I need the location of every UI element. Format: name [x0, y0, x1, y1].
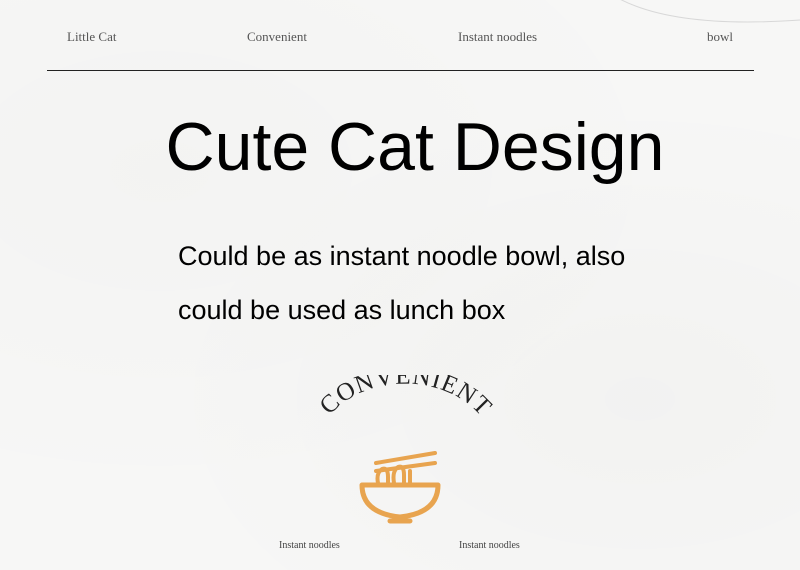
nav-item-bowl: bowl: [707, 29, 733, 44]
page-title: Cute Cat Design: [165, 109, 665, 185]
top-nav: Little Cat Convenient Instant noodles bo…: [0, 29, 800, 49]
convenient-emblem: CONVENIENT: [315, 375, 498, 524]
nav-item-instant-noodles: Instant noodles: [458, 29, 538, 44]
description-line-1: Could be as instant noodle bowl, also: [178, 241, 626, 271]
description-line-2: could be used as lunch box: [178, 295, 506, 325]
emblem-arc-text: CONVENIENT: [315, 375, 498, 421]
nav-divider: [47, 70, 754, 71]
nav-item-convenient: Convenient: [247, 29, 307, 44]
nav-item-little-cat: Little Cat: [67, 29, 117, 44]
footer-label-left: Instant noodles: [279, 540, 340, 551]
footer-label-right: Instant noodles: [459, 540, 520, 551]
noodle-bowl-icon: [359, 451, 441, 524]
